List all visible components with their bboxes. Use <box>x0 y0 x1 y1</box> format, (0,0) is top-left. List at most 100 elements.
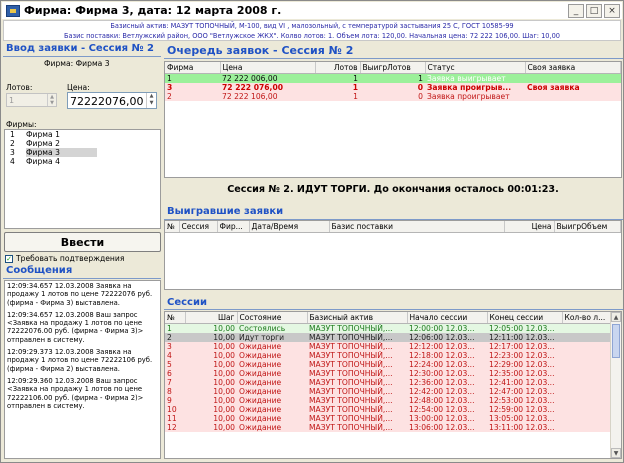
firms-list[interactable]: 1 Фирма 1 2 Фирма 2 3 Фирма 3 4 Фирма 4 <box>4 129 161 229</box>
table-cell: 12:00:00 12.03... <box>407 323 487 333</box>
col-asset[interactable]: Базисный актив <box>307 312 408 324</box>
queue-table[interactable]: Фирма Цена Лотов ВыигрЛотов Статус Своя … <box>164 61 622 178</box>
table-cell: Заявка выигрывает <box>425 73 525 83</box>
minimize-button[interactable]: _ <box>568 3 584 18</box>
sessions-table[interactable]: № Шаг Состояние Базисный актив Начало се… <box>164 311 622 459</box>
session-row[interactable]: 10 10,00 Ожидание МАЗУТ ТОПОЧНЫЙ,... 12:54:0… <box>165 404 612 414</box>
col-price[interactable]: Цена <box>504 221 555 233</box>
session-row-selected[interactable]: 2 10,00 Идут торги МАЗУТ ТОПОЧНЫЙ,... 12:06:… <box>165 332 612 342</box>
price-input[interactable]: 72222076,00 ▲ ▼ <box>67 92 157 109</box>
table-cell: 10,00 <box>185 422 237 432</box>
session-row[interactable]: 9 10,00 Ожидание МАЗУТ ТОПОЧНЫЙ,... 12:48:00… <box>165 395 612 405</box>
app-icon <box>6 4 20 17</box>
sessions-scrollbar[interactable]: ▲ ▼ <box>610 312 621 458</box>
table-cell: Ожидание <box>237 404 307 414</box>
table-cell <box>562 341 612 351</box>
firm-item[interactable]: 2 Фирма 2 <box>5 139 160 148</box>
session-row[interactable]: 12 10,00 Ожидание МАЗУТ ТОПОЧНЫЙ,... 13:06:0… <box>165 422 612 432</box>
session-row[interactable]: 4 10,00 Ожидание МАЗУТ ТОПОЧНЫЙ,... 12:18:00… <box>165 350 612 360</box>
col-state[interactable]: Состояние <box>237 312 308 324</box>
col-datetime[interactable]: Дата/Время <box>249 221 330 233</box>
firm-item-selected[interactable]: 3 Фирма 3 <box>5 148 160 157</box>
table-cell: Своя заявка <box>525 82 621 92</box>
col-price[interactable]: Цена <box>220 62 316 74</box>
table-cell: 13:00:00 12.03... <box>407 413 487 423</box>
table-cell: 2 <box>165 91 220 101</box>
table-cell: 0 <box>360 82 425 92</box>
col-num[interactable]: № <box>165 221 180 233</box>
table-cell: Ожидание <box>237 359 307 369</box>
col-own[interactable]: Своя заявка <box>525 62 621 74</box>
table-cell: 12:30:00 12.03... <box>407 368 487 378</box>
table-cell: МАЗУТ ТОПОЧНЫЙ,... <box>307 404 407 414</box>
scroll-thumb[interactable] <box>612 324 620 358</box>
col-won-lots[interactable]: ВыигрЛотов <box>360 62 426 74</box>
session-row[interactable]: 7 10,00 Ожидание МАЗУТ ТОПОЧНЫЙ,... 12:36:00… <box>165 377 612 387</box>
col-firm[interactable]: Фир... <box>217 221 250 233</box>
table-cell: Ожидание <box>237 341 307 351</box>
session-row[interactable]: 6 10,00 Ожидание МАЗУТ ТОПОЧНЫЙ,... 12:30:00… <box>165 368 612 378</box>
sessions-header: Сессии <box>164 297 623 310</box>
table-cell: Ожидание <box>237 395 307 405</box>
table-cell <box>562 323 612 333</box>
table-cell: 10,00 <box>185 404 237 414</box>
table-cell: 12:48:00 12.03... <box>407 395 487 405</box>
checkbox-checked-icon[interactable]: ✓ <box>5 254 13 263</box>
col-basis[interactable]: Базис поставки <box>329 221 505 233</box>
price-spinner-icon[interactable]: ▲ ▼ <box>146 93 156 108</box>
table-cell <box>562 368 612 378</box>
table-cell <box>562 332 612 342</box>
table-cell: 12:12:00 12.03... <box>407 341 487 351</box>
winners-table[interactable]: № Сессия Фир... Дата/Время Базис поставк… <box>164 220 622 290</box>
firm-item[interactable]: 4 Фирма 4 <box>5 157 160 166</box>
confirm-checkbox-row[interactable]: ✓ Требовать подтверждения <box>5 254 124 263</box>
table-cell: 72 222 006,00 <box>220 73 315 83</box>
col-won-volume[interactable]: ВыигрОбъем <box>554 221 621 233</box>
queue-row-own[interactable]: 3 72 222 076,00 1 0 Заявка проигрыв... С… <box>165 82 621 92</box>
queue-row[interactable]: 1 72 222 006,00 1 1 Заявка выигрывает <box>165 73 621 83</box>
session-row[interactable]: 1 10,00 Состоялись МАЗУТ ТОПОЧНЫЙ,... 12:00:… <box>165 323 612 333</box>
firm-item[interactable]: 1 Фирма 1 <box>5 130 160 139</box>
asset-info-line-2: Базис поставки: Ветлужский район, ООО "В… <box>64 31 560 40</box>
maximize-button[interactable]: □ <box>586 3 602 18</box>
session-row[interactable]: 11 10,00 Ожидание МАЗУТ ТОПОЧНЫЙ,... 13:00:0… <box>165 413 612 423</box>
table-cell: Заявка проигрыв... <box>425 82 525 92</box>
session-row[interactable]: 5 10,00 Ожидание МАЗУТ ТОПОЧНЫЙ,... 12:24:00… <box>165 359 612 369</box>
session-row[interactable]: 8 10,00 Ожидание МАЗУТ ТОПОЧНЫЙ,... 12:42:00… <box>165 386 612 396</box>
scroll-down-icon[interactable]: ▼ <box>611 448 621 458</box>
col-step[interactable]: Шаг <box>185 312 238 324</box>
table-cell: 0 <box>360 91 425 101</box>
table-cell: МАЗУТ ТОПОЧНЫЙ,... <box>307 368 407 378</box>
table-cell: 10,00 <box>185 368 237 378</box>
table-cell: МАЗУТ ТОПОЧНЫЙ,... <box>307 359 407 369</box>
table-cell: 12:42:00 12.03... <box>407 386 487 396</box>
table-cell: 72 222 076,00 <box>220 82 315 92</box>
col-lots[interactable]: Лотов <box>315 62 361 74</box>
col-lots-count[interactable]: Кол-во л... <box>562 312 612 324</box>
col-status[interactable]: Статус <box>425 62 526 74</box>
session-row[interactable]: 3 10,00 Ожидание МАЗУТ ТОПОЧНЫЙ,... 12:12:00… <box>165 341 612 351</box>
table-cell: 3 <box>165 82 220 92</box>
col-num[interactable]: № <box>165 312 186 324</box>
col-end[interactable]: Конец сессии <box>487 312 563 324</box>
lots-input[interactable]: 1 ▲ ▼ <box>6 93 57 107</box>
col-firm[interactable]: Фирма <box>165 62 221 74</box>
scroll-up-icon[interactable]: ▲ <box>611 312 621 322</box>
close-button[interactable]: × <box>604 3 620 18</box>
table-cell <box>562 377 612 387</box>
table-cell: 10,00 <box>185 350 237 360</box>
asset-info-line-1: Базисный актив: МАЗУТ ТОПОЧНЫЙ, М-100, в… <box>110 22 514 30</box>
firms-label: Фирмы: <box>6 120 37 129</box>
table-cell <box>562 395 612 405</box>
table-cell: 9 <box>165 395 185 405</box>
submit-order-button[interactable]: Ввести <box>4 232 161 252</box>
table-cell <box>562 350 612 360</box>
col-start[interactable]: Начало сессии <box>407 312 488 324</box>
col-session[interactable]: Сессия <box>179 221 218 233</box>
lots-spinner-icon[interactable]: ▲ ▼ <box>47 94 56 106</box>
table-cell: 1 <box>315 91 360 101</box>
table-cell: 12:53:00 12.03... <box>487 395 562 405</box>
lots-value: 1 <box>9 96 15 105</box>
table-cell <box>525 91 621 101</box>
queue-row[interactable]: 2 72 222 106,00 1 0 Заявка проигрывает <box>165 91 621 101</box>
